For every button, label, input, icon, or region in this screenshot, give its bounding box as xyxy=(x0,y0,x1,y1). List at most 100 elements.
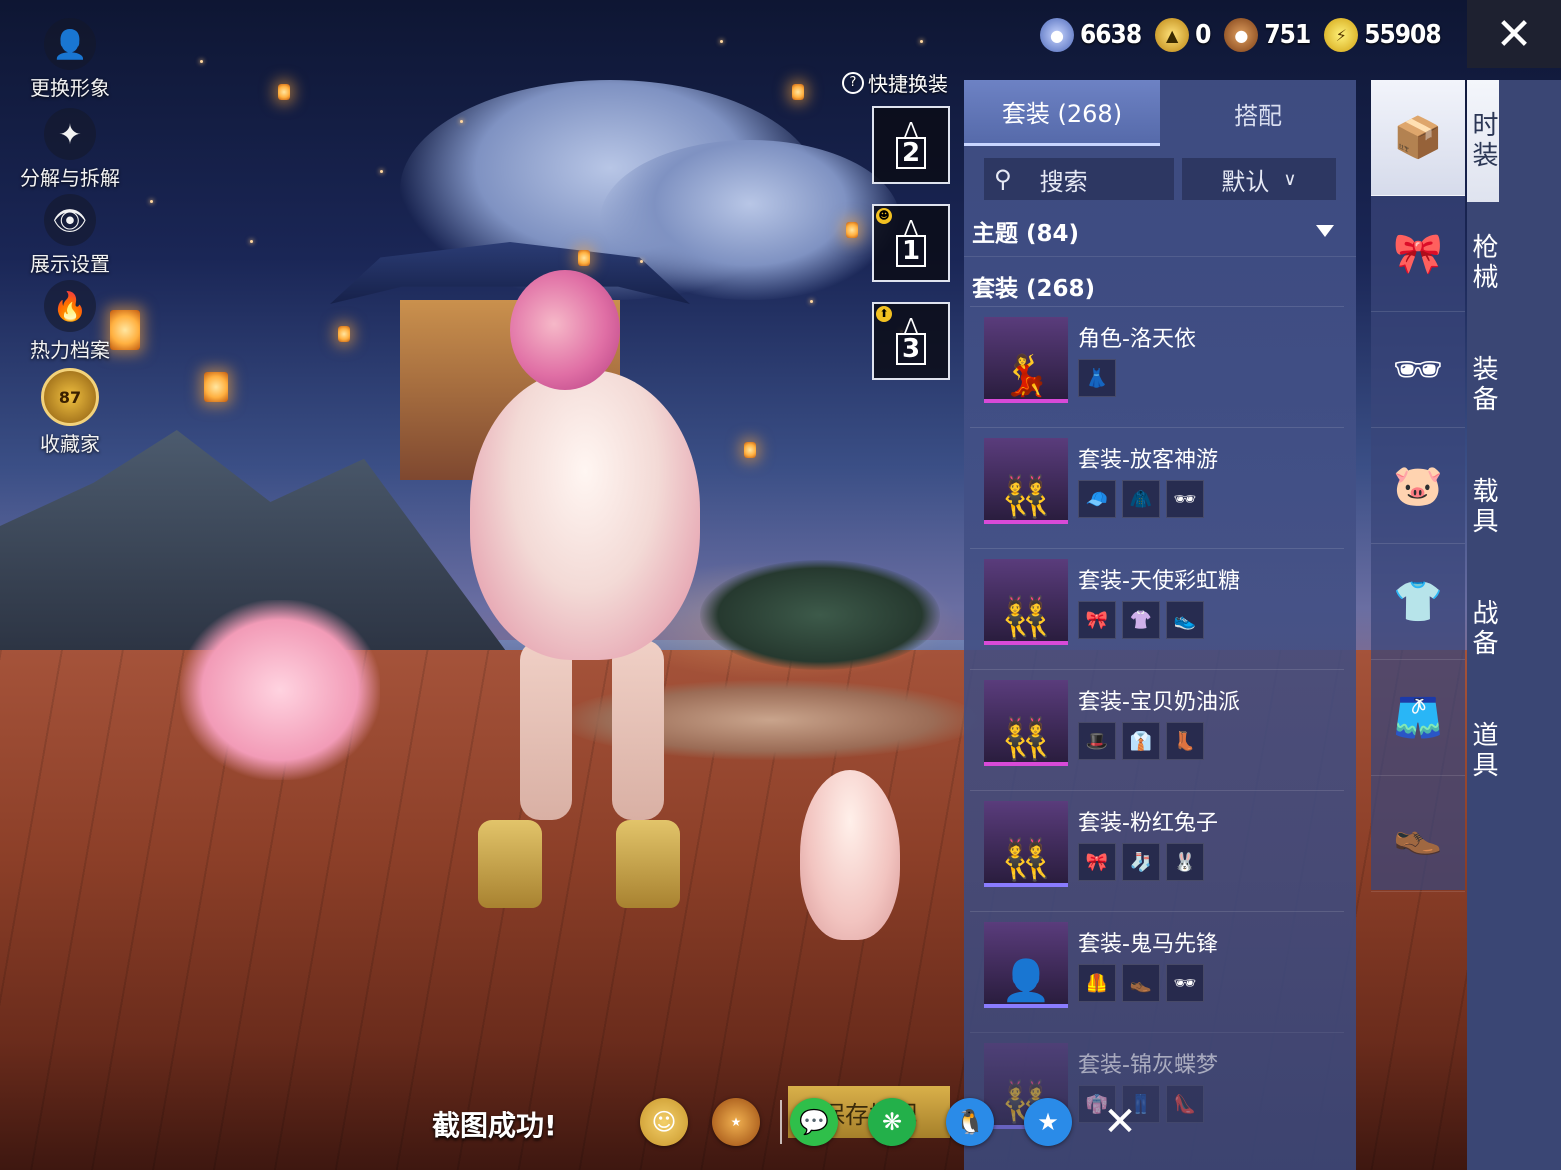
category-outfit[interactable]: 📦 xyxy=(1371,80,1465,196)
category-eyewear[interactable]: 🕶 xyxy=(1371,312,1465,428)
collector-badge-icon: 87 xyxy=(41,368,99,426)
nav-vehicles[interactable]: 载具 xyxy=(1467,446,1499,568)
theme-filter[interactable]: 主题 (84) xyxy=(964,200,1356,248)
outfit-part-icon[interactable]: 👢 xyxy=(1166,722,1204,760)
outfit-part-icon[interactable]: 🐰 xyxy=(1166,843,1204,881)
share-qzone-button[interactable]: ★ xyxy=(1024,1098,1072,1146)
share-close-button[interactable]: ✕ xyxy=(1100,1098,1140,1146)
nav-gear[interactable]: 战备 xyxy=(1467,568,1499,690)
share-wechat-button[interactable]: 💬 xyxy=(790,1098,838,1146)
category-top[interactable]: 👕 xyxy=(1371,544,1465,660)
game-logo-icon: ★ xyxy=(730,1115,742,1129)
currency-energy[interactable]: ⚡ 55908 xyxy=(1324,18,1442,52)
list-item[interactable]: 👤 套装-鬼马先锋 🦺 👞 🕶 xyxy=(970,911,1344,1032)
outfit-part-icon[interactable]: 👞 xyxy=(1122,964,1160,1002)
nav-fashion[interactable]: 时装 xyxy=(1467,80,1499,202)
quick-dress-title[interactable]: ? 快捷换装 xyxy=(842,68,948,97)
quick-dress-slot-2[interactable]: ⋀ 2 xyxy=(872,106,950,184)
gold-boot-right xyxy=(616,820,680,908)
chevron-down-icon: ∨ xyxy=(1283,168,1297,190)
outfit-part-icon[interactable]: 🧥 xyxy=(1122,480,1160,518)
list-item[interactable]: 👯 套装-天使彩虹糖 🎀 👚 👟 xyxy=(970,548,1344,669)
collector-button[interactable]: 87 收藏家 xyxy=(10,368,130,457)
decompose-button[interactable]: ✦ 分解与拆解 xyxy=(10,108,130,191)
hair-bow-icon: 🎀 xyxy=(1393,231,1443,277)
flame-icon: 🔥 xyxy=(44,280,96,332)
nav-equipment[interactable]: 装备 xyxy=(1467,324,1499,446)
player-character[interactable] xyxy=(470,370,700,660)
main-category-nav: 时装 枪械 装备 载具 战备 道具 xyxy=(1467,80,1561,1170)
divider xyxy=(780,1100,782,1144)
change-avatar-button[interactable]: 👤 更换形象 xyxy=(10,18,130,101)
shoes-icon: 👞 xyxy=(1393,811,1443,857)
character-head xyxy=(510,270,620,390)
list-item[interactable]: 💃 角色-洛天依 👗 xyxy=(970,306,1344,427)
outfit-part-icon[interactable]: 🦺 xyxy=(1078,964,1116,1002)
quick-dress-slot-3[interactable]: ⬆ ⋀ 3 xyxy=(872,302,950,380)
wechat-icon: 💬 xyxy=(799,1108,829,1136)
triangle-down-icon xyxy=(1316,225,1334,237)
currency-uc[interactable]: ● 6638 xyxy=(1040,18,1142,52)
tab-combos[interactable]: 搭配 xyxy=(1160,80,1356,146)
gold-boot-left xyxy=(478,820,542,908)
bp-coin-icon: ● xyxy=(1224,18,1259,52)
slot-emoji-badge-icon: ☻ xyxy=(876,208,892,224)
person-icon: 👤 xyxy=(44,18,96,70)
outfit-part-icon[interactable]: 👟 xyxy=(1166,601,1204,639)
quick-dress-slot-1[interactable]: ☻ ⋀ 1 xyxy=(872,204,950,282)
outfit-part-icon[interactable]: 🧦 xyxy=(1122,843,1160,881)
outfit-thumbnail: 👯 xyxy=(984,559,1068,645)
category-icon-column: 📦 🎀 🕶 🐷 👕 🩳 👞 xyxy=(1371,80,1465,892)
display-settings-button[interactable]: 👁 展示设置 xyxy=(10,194,130,277)
currency-bar: ● 6638 ▲ 0 ● 751 ⚡ 55908 xyxy=(1040,12,1442,58)
outfit-part-icon[interactable]: 🎀 xyxy=(1078,601,1116,639)
glasses-icon: 🕶 xyxy=(1392,347,1444,393)
share-friends-button[interactable]: ☺ xyxy=(640,1098,688,1146)
search-box[interactable]: ⚲ 搜索 xyxy=(984,158,1174,200)
list-item[interactable]: 👯 套装-粉红兔子 🎀 🧦 🐰 xyxy=(970,790,1344,911)
outfit-part-icon[interactable]: 🕶 xyxy=(1166,964,1204,1002)
ag-coin-icon: ▲ xyxy=(1155,18,1190,52)
top-icon: 👕 xyxy=(1393,579,1443,625)
list-item[interactable]: 👯 套装-宝贝奶油派 🎩 👔 👢 xyxy=(970,669,1344,790)
currency-ag[interactable]: ▲ 0 xyxy=(1155,18,1211,52)
slot-upgrade-badge-icon: ⬆ xyxy=(876,306,892,322)
share-qq-button[interactable]: 🐧 xyxy=(946,1098,994,1146)
currency-bp[interactable]: ● 751 xyxy=(1224,18,1311,52)
heat-profile-button[interactable]: 🔥 热力档案 xyxy=(10,280,130,363)
list-item[interactable]: 👯 套装-锦灰蝶梦 👘 👖 👠 xyxy=(970,1032,1344,1153)
qq-icon: 🐧 xyxy=(955,1108,985,1136)
outfit-part-icon[interactable]: 🕶 xyxy=(1166,480,1204,518)
screenshot-success-toast: 截图成功! xyxy=(432,1109,557,1142)
outfit-thumbnail: 💃 xyxy=(984,317,1068,403)
search-icon: ⚲ xyxy=(994,165,1012,193)
category-shoes[interactable]: 👞 xyxy=(1371,776,1465,892)
tab-outfits[interactable]: 套装 (268) xyxy=(964,80,1160,146)
uc-coin-icon: ● xyxy=(1040,18,1074,52)
outfit-part-icon[interactable]: 👚 xyxy=(1122,601,1160,639)
outfit-thumbnail: 👤 xyxy=(984,922,1068,1008)
outfit-part-icon[interactable]: 👠 xyxy=(1166,1085,1204,1123)
category-mask[interactable]: 🐷 xyxy=(1371,428,1465,544)
nav-items[interactable]: 道具 xyxy=(1467,690,1499,812)
share-moments-button[interactable]: ❋ xyxy=(868,1098,916,1146)
close-icon: ✕ xyxy=(1495,8,1533,60)
outfit-part-icon[interactable]: 🎀 xyxy=(1078,843,1116,881)
help-icon[interactable]: ? xyxy=(842,71,864,94)
qzone-icon: ★ xyxy=(1037,1108,1059,1136)
outfit-part-icon[interactable]: 🧢 xyxy=(1078,480,1116,518)
category-headwear[interactable]: 🎀 xyxy=(1371,196,1465,312)
companion-pet xyxy=(800,770,900,940)
share-game-button[interactable]: ★ xyxy=(712,1098,760,1146)
category-bottom[interactable]: 🩳 xyxy=(1371,660,1465,776)
outfit-count: 套装 (268) xyxy=(964,256,1356,303)
nav-weapons[interactable]: 枪械 xyxy=(1467,202,1499,324)
outfit-part-icon[interactable]: 👗 xyxy=(1078,359,1116,397)
list-item[interactable]: 👯 套装-放客神游 🧢 🧥 🕶 xyxy=(970,427,1344,548)
close-button[interactable]: ✕ xyxy=(1467,0,1561,68)
puzzle-icon: ✦ xyxy=(44,108,96,160)
panel-tabs: 套装 (268) 搭配 xyxy=(964,80,1356,146)
outfit-part-icon[interactable]: 👔 xyxy=(1122,722,1160,760)
outfit-part-icon[interactable]: 🎩 xyxy=(1078,722,1116,760)
sort-dropdown[interactable]: 默认 ∨ xyxy=(1182,158,1336,200)
